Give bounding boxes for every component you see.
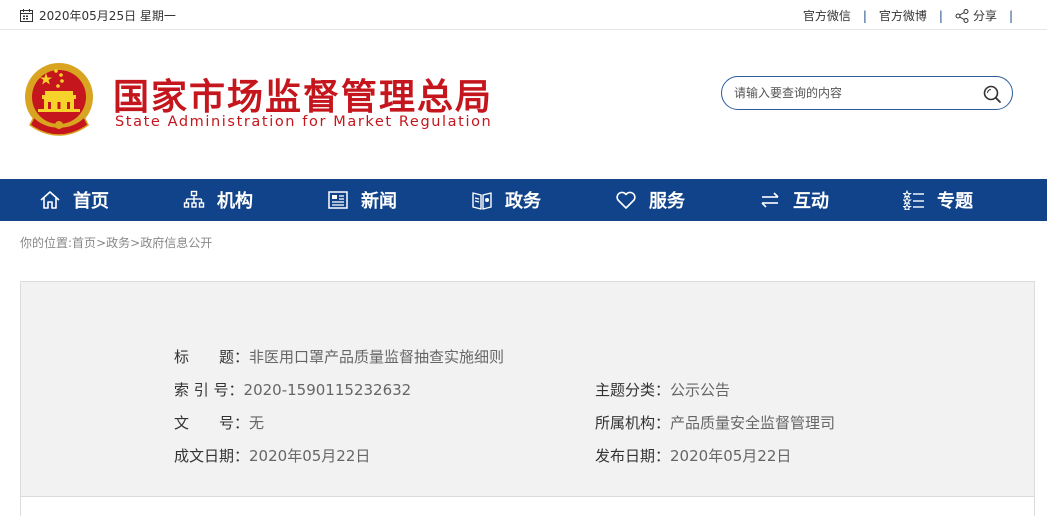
breadcrumb-gov-info[interactable]: 政府信息公开 <box>140 236 212 250</box>
breadcrumb-home[interactable]: 首页 <box>72 236 96 250</box>
home-icon <box>40 191 60 209</box>
document-info-panel: 标 题：非医用口罩产品质量监督抽查实施细则 索 引 号：2020-1590115… <box>20 281 1035 516</box>
doc-published-date-value: 2020年05月22日 <box>670 447 792 465</box>
nav-item-affairs[interactable]: 政务 <box>432 179 576 221</box>
share-label: 分享 <box>972 9 997 23</box>
doc-category-field: 主题分类：公示公告 <box>595 379 730 400</box>
calendar-icon <box>20 9 33 22</box>
doc-written-date-field: 成文日期：2020年05月22日 <box>174 445 370 466</box>
breadcrumb-sep: > <box>96 236 107 250</box>
nav-item-org[interactable]: 机构 <box>144 179 288 221</box>
news-icon <box>328 191 348 209</box>
doc-number-value: 无 <box>249 414 265 432</box>
nav-label: 专题 <box>937 191 973 212</box>
breadcrumb-affairs[interactable]: 政务 <box>106 236 130 250</box>
nav-item-interaction[interactable]: 互动 <box>720 179 864 221</box>
nav-item-home[interactable]: 首页 <box>0 179 144 221</box>
doc-published-date-field: 发布日期：2020年05月22日 <box>595 445 791 466</box>
nav-label: 新闻 <box>361 191 397 212</box>
search-box <box>721 76 1013 110</box>
nav-item-news[interactable]: 新闻 <box>288 179 432 221</box>
org-icon <box>183 190 205 208</box>
site-header: 国家市场监督管理总局 State Administration for Mark… <box>0 31 1047 179</box>
nav-label: 服务 <box>649 191 685 212</box>
topics-icon <box>903 190 924 210</box>
doc-org-label: 所属机构： <box>595 414 671 432</box>
site-subtitle: State Administration for Market Regulati… <box>115 114 493 130</box>
nav-label: 政务 <box>505 191 541 212</box>
search-input[interactable] <box>734 83 974 103</box>
doc-published-date-label: 发布日期： <box>595 447 671 465</box>
nav-item-services[interactable]: 服务 <box>576 179 720 221</box>
doc-title-field: 标 题：非医用口罩产品质量监督抽查实施细则 <box>174 346 504 367</box>
affairs-icon <box>472 192 492 210</box>
site-title[interactable]: 国家市场监督管理总局 <box>113 68 493 120</box>
divider: | <box>862 8 867 23</box>
weibo-link[interactable]: 官方微博 <box>879 7 927 24</box>
breadcrumb-sep: > <box>130 236 141 250</box>
date-text: 2020年05月25日 星期一 <box>39 9 176 23</box>
nav-label: 互动 <box>793 191 829 212</box>
top-links: 官方微信 | 官方微博 | 分享 | <box>803 7 1025 24</box>
share-icon <box>955 8 969 23</box>
wechat-link[interactable]: 官方微信 <box>803 7 851 24</box>
panel-content-start <box>21 497 1034 516</box>
doc-number-field: 文 号：无 <box>174 412 264 433</box>
exchange-icon <box>761 192 779 208</box>
nav-label: 机构 <box>217 191 253 212</box>
date-display: 2020年05月25日 星期一 <box>20 7 176 24</box>
search-icon[interactable] <box>982 84 1002 104</box>
doc-org-value: 产品质量安全监督管理司 <box>670 414 836 432</box>
doc-number-label: 文 号： <box>174 414 250 432</box>
top-bar: 2020年05月25日 星期一 官方微信 | 官方微博 | 分享 | <box>0 0 1047 30</box>
nav-label: 首页 <box>73 191 109 212</box>
doc-category-label: 主题分类： <box>595 381 671 399</box>
doc-title-value: 非医用口罩产品质量监督抽查实施细则 <box>249 348 505 366</box>
doc-written-date-value: 2020年05月22日 <box>249 447 371 465</box>
breadcrumb-prefix: 你的位置: <box>20 236 73 250</box>
doc-category-value: 公示公告 <box>670 381 731 399</box>
doc-index-label: 索 引 号： <box>174 381 244 399</box>
share-button[interactable]: 分享 <box>955 7 997 24</box>
breadcrumb: 你的位置:首页>政务>政府信息公开 <box>20 234 212 251</box>
doc-written-date-label: 成文日期： <box>174 447 250 465</box>
doc-index-value: 2020-1590115232632 <box>243 381 412 399</box>
divider: | <box>1008 8 1013 23</box>
doc-org-field: 所属机构：产品质量安全监督管理司 <box>595 412 835 433</box>
national-emblem-icon[interactable] <box>22 61 96 137</box>
doc-index-field: 索 引 号：2020-1590115232632 <box>174 379 411 400</box>
divider: | <box>938 8 943 23</box>
main-nav: 首页 机构 新闻 政务 服务 互动 专题 <box>0 179 1047 221</box>
doc-title-label: 标 题： <box>174 348 250 366</box>
nav-item-topics[interactable]: 专题 <box>864 179 1008 221</box>
heart-icon <box>616 191 636 209</box>
